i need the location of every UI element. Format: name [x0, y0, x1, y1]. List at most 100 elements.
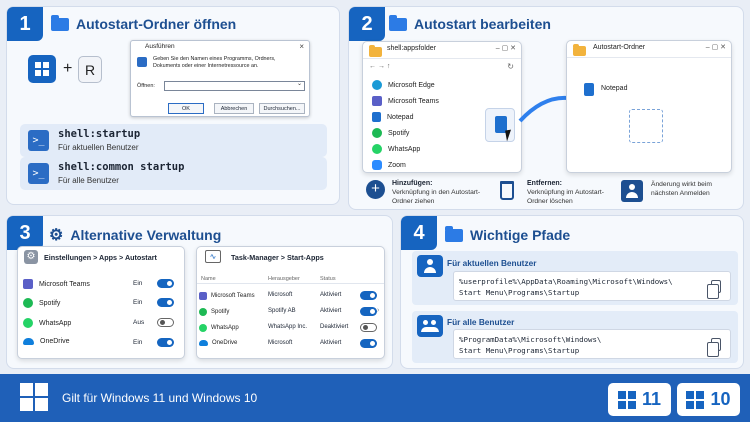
teams-icon	[23, 279, 33, 289]
person-body	[424, 267, 436, 273]
info-remove-text: Verknüpfung im Autostart-Ordner löschen	[527, 189, 604, 205]
windows-logo-icon	[20, 383, 48, 411]
taskmgr-row[interactable]: Spotify	[199, 308, 229, 316]
trash-icon	[500, 181, 514, 200]
settings-title: Einstellungen > Apps > Autostart	[44, 253, 157, 262]
copy-icon[interactable]	[707, 338, 721, 357]
folder-icon	[389, 14, 407, 31]
badge-label: 11	[641, 389, 662, 409]
zoom-icon	[372, 160, 382, 170]
app-item[interactable]: Microsoft Edge	[372, 80, 435, 90]
run-dialog: Ausführen × Geben Sie den Namen eines Pr…	[130, 40, 310, 117]
users-icon	[417, 315, 443, 337]
publisher-cell: WhatsApp Inc.	[268, 324, 308, 330]
state-label: Ein	[133, 280, 143, 287]
folder-icon	[573, 44, 586, 56]
ok-button[interactable]: OK	[168, 103, 204, 114]
badge-label: 10	[710, 389, 731, 409]
plus-sign: +	[63, 60, 73, 77]
person-body	[626, 192, 638, 198]
titlebar: Autostart-Ordner – ▢ ✕	[567, 41, 731, 58]
publisher-cell: Spotify AB	[268, 308, 296, 314]
path-text[interactable]: %userprofile%\AppData\Roaming\Microsoft\…	[453, 271, 731, 301]
toggle-switch[interactable]	[157, 298, 174, 307]
state-label: Ein	[133, 339, 143, 346]
app-item[interactable]: Zoom	[372, 160, 406, 170]
window-title: Autostart-Ordner	[593, 44, 646, 51]
settings-app-row: Spotify	[23, 298, 60, 308]
app-item[interactable]: Notepad	[372, 112, 413, 122]
step3-title-text: Alternative Verwaltung	[70, 227, 222, 243]
chevron-down-icon[interactable]: ⌄	[297, 80, 302, 87]
header-divider	[197, 283, 384, 284]
toggle-switch[interactable]	[157, 318, 174, 327]
whatsapp-icon	[23, 318, 33, 328]
command-desc: Für aktuellen Benutzer	[58, 143, 139, 152]
windows-key	[28, 55, 56, 83]
folder-icon	[369, 45, 382, 57]
command-common-startup: >_ shell:common startup Für alle Benutze…	[20, 157, 327, 190]
chevron-right-icon: ›	[377, 307, 380, 314]
settings-app-row: OneDrive	[23, 338, 70, 345]
windows-10-badge: 10	[677, 383, 740, 416]
spotify-icon	[372, 128, 382, 138]
toggle-switch[interactable]	[360, 307, 377, 316]
window-controls[interactable]: – ▢ ✕	[496, 44, 516, 52]
step4-title-text: Wichtige Pfade	[470, 227, 571, 243]
toggle-switch[interactable]	[360, 323, 377, 332]
taskmgr-row[interactable]: WhatsApp	[199, 324, 239, 332]
close-icon[interactable]: ×	[299, 42, 304, 51]
window-controls[interactable]: – ▢ ✕	[706, 43, 726, 51]
app-item[interactable]: Spotify	[372, 128, 409, 138]
notepad-icon	[372, 112, 381, 122]
open-input[interactable]: ⌄	[164, 81, 305, 91]
path-label: Für alle Benutzer	[447, 317, 515, 327]
step1-number: 1	[7, 7, 43, 41]
person-head	[427, 259, 433, 265]
teams-icon	[199, 292, 207, 300]
toggle-switch[interactable]	[157, 338, 174, 347]
app-item[interactable]: Microsoft Teams	[372, 96, 439, 106]
taskmgr-title: Task-Manager > Start-Apps	[231, 253, 324, 262]
toggle-switch[interactable]	[360, 339, 377, 348]
user-icon	[621, 180, 643, 202]
taskmgr-row[interactable]: OneDrive	[199, 340, 237, 346]
info-add-text: Verknüpfung in den Autostart-Ordner zieh…	[392, 189, 481, 205]
refresh-icon[interactable]: ↻	[507, 62, 514, 71]
browse-button[interactable]: Durchsuchen...	[259, 103, 305, 114]
open-label: Öffnen:	[137, 83, 155, 89]
settings-app-row: Microsoft Teams	[23, 279, 90, 289]
run-dialog-text: Geben Sie den Namen eines Programms, Ord…	[153, 56, 276, 70]
onedrive-icon	[199, 340, 208, 346]
status-cell: Aktiviert	[320, 340, 342, 346]
nav-bar: ← → ↑	[369, 63, 391, 70]
run-icon	[137, 57, 147, 67]
publisher-cell: Microsoft	[268, 340, 293, 346]
toggle-switch[interactable]	[360, 291, 377, 300]
step3-title: ⚙ Alternative Verwaltung	[49, 225, 221, 245]
info-relogin-text: Änderung wirkt beim nächsten Anmelden	[651, 181, 712, 197]
person-head	[423, 320, 428, 325]
copy-icon[interactable]	[707, 280, 721, 299]
gear-icon: ⚙	[24, 250, 38, 264]
settings-app-row: WhatsApp	[23, 318, 71, 328]
toggle-switch[interactable]	[157, 279, 174, 288]
taskmgr-row[interactable]: Microsoft Teams	[199, 292, 255, 300]
step4-number: 4	[401, 216, 437, 250]
cancel-button[interactable]: Abbrechen	[214, 103, 254, 114]
app-item[interactable]: WhatsApp	[372, 144, 420, 154]
path-text[interactable]: %ProgramData%\Microsoft\Windows\ Start M…	[453, 329, 731, 359]
run-dialog-title: Ausführen	[145, 43, 175, 50]
windows-logo-icon	[686, 390, 705, 409]
window-title: shell:appsfolder	[387, 45, 437, 52]
drop-target	[629, 109, 663, 143]
add-icon: +	[366, 180, 385, 199]
notepad-icon	[584, 83, 594, 96]
step2-title-text: Autostart bearbeiten	[414, 16, 551, 32]
gear-icon: ⚙	[49, 227, 64, 244]
taskmgr-icon: ∿	[205, 250, 221, 263]
person-head	[431, 320, 436, 325]
onedrive-icon	[23, 338, 34, 345]
whatsapp-icon	[372, 144, 382, 154]
command-text: shell:startup	[58, 128, 141, 140]
